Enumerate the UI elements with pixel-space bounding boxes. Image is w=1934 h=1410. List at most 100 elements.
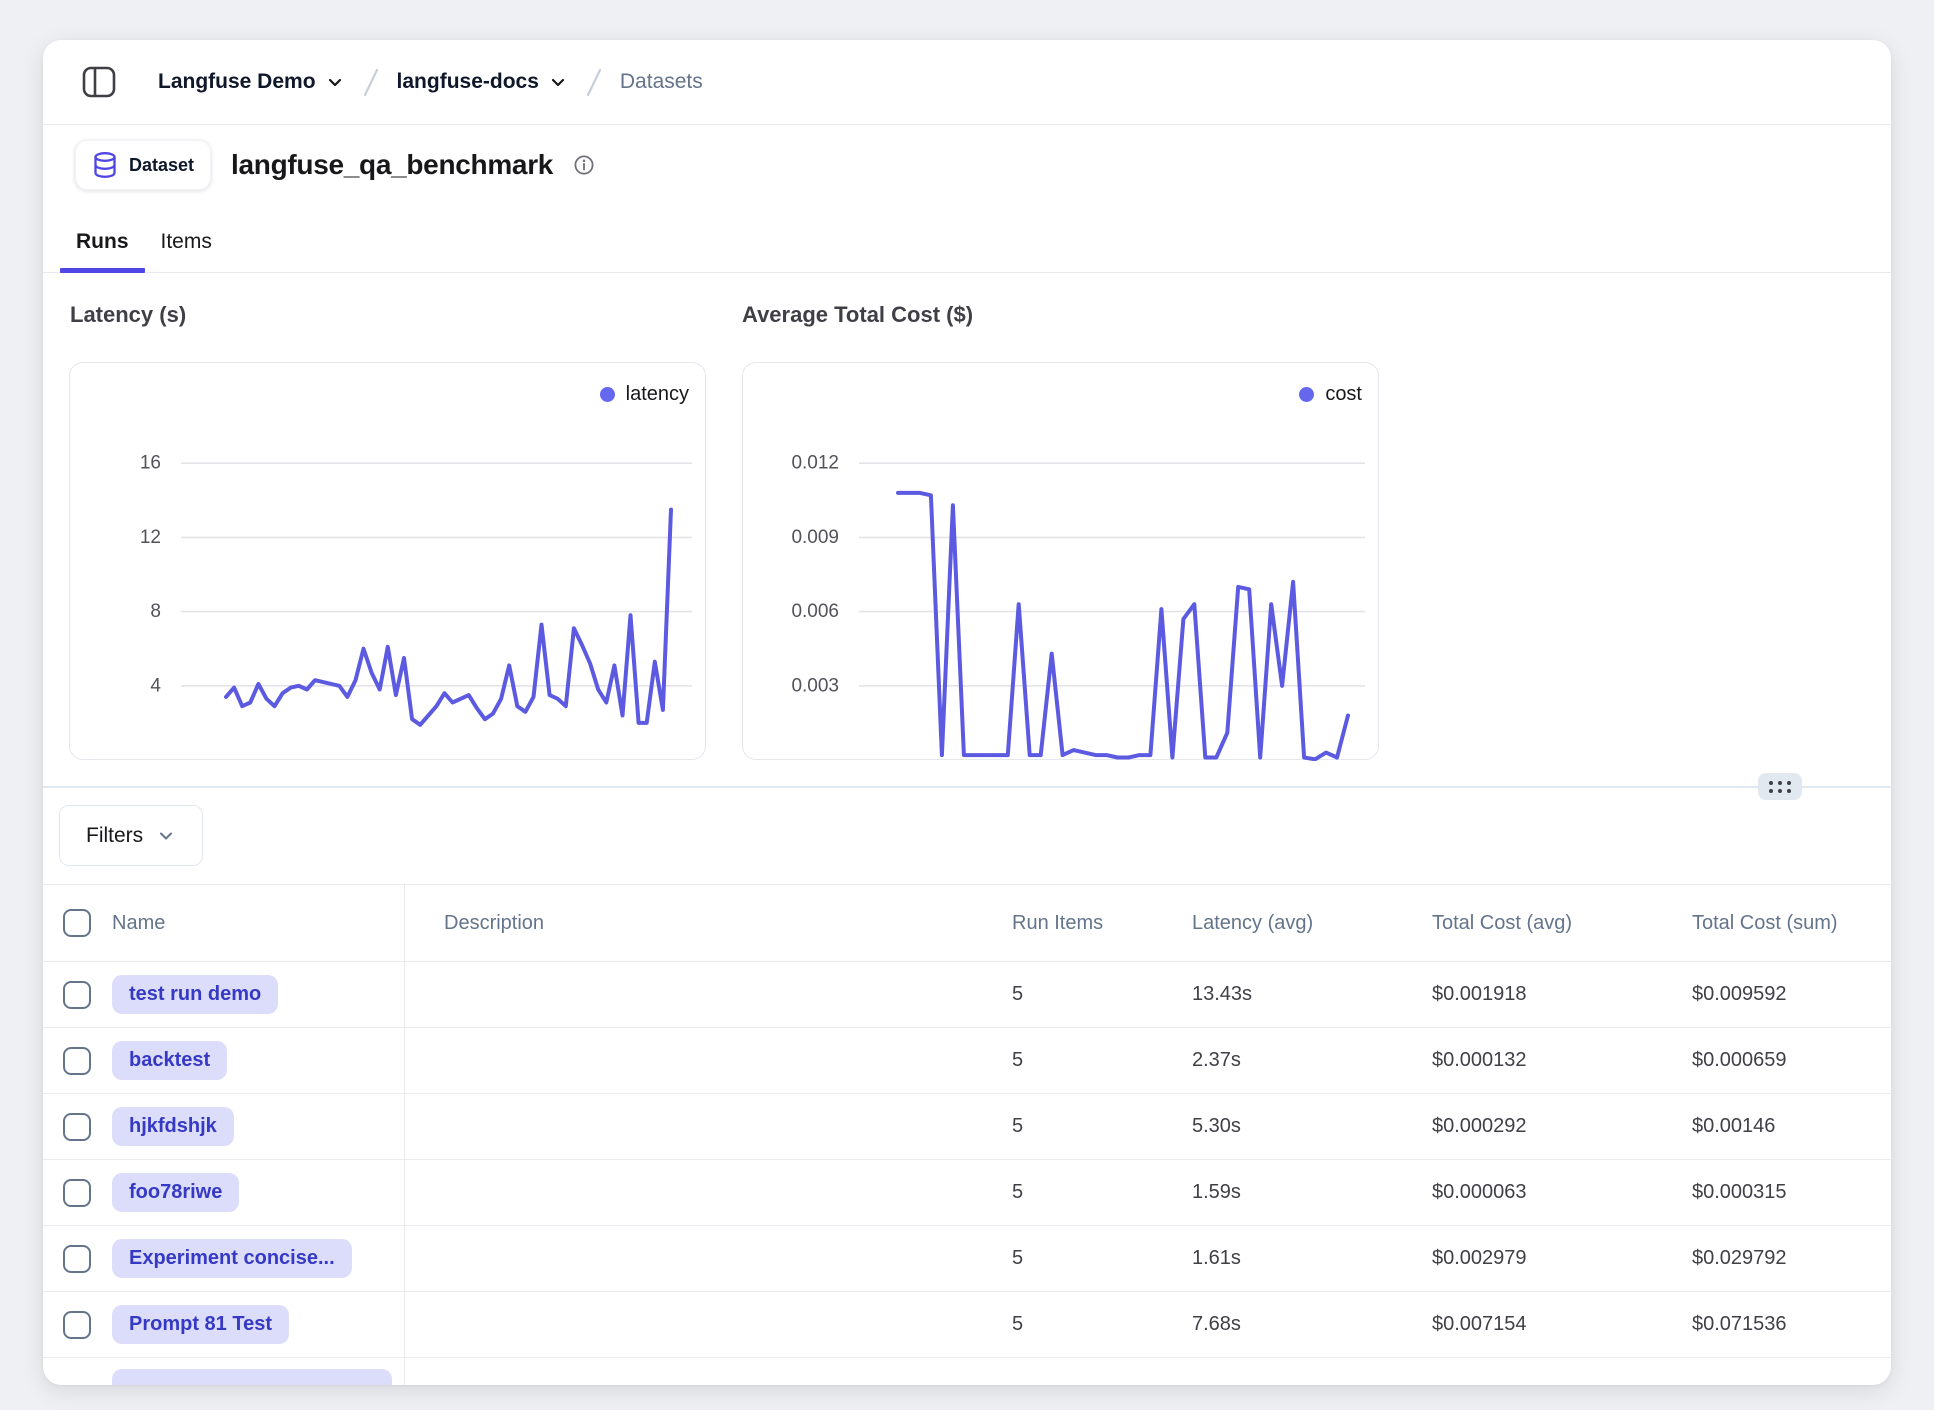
latency-avg-cell: 1.59s	[1192, 1181, 1432, 1204]
breadcrumb: Langfuse Demo langfuse-docs Datasets	[158, 65, 703, 99]
legend-label: latency	[626, 383, 689, 406]
select-all-checkbox[interactable]	[63, 909, 91, 937]
column-header-name: Name	[112, 912, 165, 935]
table-row: foo78riwe 5 1.59s $0.000063 $0.000315	[43, 1160, 1891, 1226]
table-row: Prompt 81 Test 5 7.68s $0.007154 $0.0715…	[43, 1292, 1891, 1358]
table-row: Experiment concise... 5 1.61s $0.002979 …	[43, 1226, 1891, 1292]
svg-text:0.006: 0.006	[791, 601, 839, 622]
latency-chart: latency 4 8 12 16	[69, 362, 706, 760]
latency-chart-title: Latency (s)	[70, 302, 186, 328]
run-name-badge[interactable]: Prompt 81 Test	[112, 1305, 289, 1344]
total-cost-avg-cell: $0.002979	[1432, 1247, 1692, 1270]
breadcrumb-org-selector[interactable]: Langfuse Demo	[158, 70, 345, 94]
latency-avg-cell: 5.30s	[1192, 1115, 1432, 1138]
row-checkbox[interactable]	[63, 1179, 91, 1207]
column-header-total-cost-sum: Total Cost (sum)	[1692, 912, 1891, 935]
latency-avg-cell: 13.43s	[1192, 983, 1432, 1006]
row-checkbox[interactable]	[63, 1047, 91, 1075]
latency-chart-legend: latency	[600, 383, 689, 406]
row-checkbox[interactable]	[63, 981, 91, 1009]
filters-button-label: Filters	[86, 824, 143, 848]
dataset-title-row: Dataset langfuse_qa_benchmark	[75, 140, 595, 190]
runs-table: Name Description Run Items Latency (avg)…	[43, 884, 1891, 1358]
partially-visible-run-badge	[112, 1369, 392, 1385]
table-header-row: Name Description Run Items Latency (avg)…	[43, 884, 1891, 962]
total-cost-avg-cell: $0.007154	[1432, 1313, 1692, 1336]
legend-dot-icon	[1299, 387, 1314, 402]
breadcrumb-slash-icon	[359, 65, 383, 99]
total-cost-avg-cell: $0.000292	[1432, 1115, 1692, 1138]
legend-label: cost	[1325, 383, 1362, 406]
svg-text:0.003: 0.003	[791, 675, 839, 696]
breadcrumb-slash-icon	[582, 65, 606, 99]
run-name-badge[interactable]: backtest	[112, 1041, 227, 1080]
info-icon[interactable]	[573, 154, 595, 176]
row-checkbox[interactable]	[63, 1113, 91, 1141]
svg-text:0.009: 0.009	[791, 527, 839, 548]
chevron-down-icon	[548, 72, 568, 92]
total-cost-avg-cell: $0.001918	[1432, 983, 1692, 1006]
table-row: backtest 5 2.37s $0.000132 $0.000659	[43, 1028, 1891, 1094]
panel-left-icon	[80, 63, 118, 101]
dataset-type-badge: Dataset	[75, 140, 211, 190]
row-checkbox[interactable]	[63, 1245, 91, 1273]
database-icon	[92, 151, 118, 179]
run-items-cell: 5	[1012, 983, 1192, 1006]
svg-text:12: 12	[140, 527, 161, 548]
cost-chart-title: Average Total Cost ($)	[742, 302, 973, 328]
main-card: Langfuse Demo langfuse-docs Datasets	[43, 40, 1891, 1385]
tab-bar: Runs Items	[43, 218, 1891, 273]
legend-dot-icon	[600, 387, 615, 402]
top-bar: Langfuse Demo langfuse-docs Datasets	[43, 40, 1891, 125]
panel-resize-grip[interactable]	[1758, 773, 1802, 800]
run-items-cell: 5	[1012, 1247, 1192, 1270]
breadcrumb-org-label: Langfuse Demo	[158, 70, 316, 94]
table-row: test run demo 5 13.43s $0.001918 $0.0095…	[43, 962, 1891, 1028]
total-cost-sum-cell: $0.000659	[1692, 1049, 1891, 1072]
table-row: hjkfdshjk 5 5.30s $0.000292 $0.00146	[43, 1094, 1891, 1160]
column-header-run-items: Run Items	[1012, 912, 1192, 935]
filters-button[interactable]: Filters	[59, 805, 203, 866]
run-items-cell: 5	[1012, 1313, 1192, 1336]
total-cost-sum-cell: $0.071536	[1692, 1313, 1891, 1336]
tab-items[interactable]: Items	[145, 230, 228, 272]
grip-dots-icon	[1769, 781, 1791, 793]
tab-runs[interactable]: Runs	[60, 230, 145, 272]
total-cost-avg-cell: $0.000063	[1432, 1181, 1692, 1204]
total-cost-sum-cell: $0.029792	[1692, 1247, 1891, 1270]
panel-divider	[43, 786, 1891, 788]
cost-line-chart: 0.003 0.006 0.009 0.012	[743, 363, 1380, 761]
chevron-down-icon	[325, 72, 345, 92]
total-cost-sum-cell: $0.009592	[1692, 983, 1891, 1006]
sidebar-toggle-button[interactable]	[80, 63, 118, 101]
column-header-latency-avg: Latency (avg)	[1192, 912, 1432, 935]
run-name-badge[interactable]: foo78riwe	[112, 1173, 239, 1212]
total-cost-sum-cell: $0.000315	[1692, 1181, 1891, 1204]
breadcrumb-datasets[interactable]: Datasets	[620, 70, 703, 94]
column-divider	[404, 884, 405, 1385]
column-header-total-cost-avg: Total Cost (avg)	[1432, 912, 1692, 935]
svg-text:0.012: 0.012	[791, 453, 839, 474]
latency-avg-cell: 1.61s	[1192, 1247, 1432, 1270]
run-items-cell: 5	[1012, 1049, 1192, 1072]
run-name-badge[interactable]: hjkfdshjk	[112, 1107, 234, 1146]
column-header-description: Description	[404, 912, 1012, 935]
page-title: langfuse_qa_benchmark	[231, 149, 553, 181]
run-items-cell: 5	[1012, 1115, 1192, 1138]
row-checkbox[interactable]	[63, 1311, 91, 1339]
run-name-badge[interactable]: test run demo	[112, 975, 278, 1014]
run-name-badge[interactable]: Experiment concise...	[112, 1239, 352, 1278]
breadcrumb-project-selector[interactable]: langfuse-docs	[397, 70, 568, 94]
total-cost-sum-cell: $0.00146	[1692, 1115, 1891, 1138]
chevron-down-icon	[156, 826, 176, 846]
svg-text:16: 16	[140, 453, 161, 474]
dataset-badge-label: Dataset	[129, 155, 194, 176]
latency-avg-cell: 2.37s	[1192, 1049, 1432, 1072]
svg-text:4: 4	[150, 675, 161, 696]
svg-text:8: 8	[150, 601, 161, 622]
total-cost-avg-cell: $0.000132	[1432, 1049, 1692, 1072]
cost-chart-legend: cost	[1299, 383, 1362, 406]
latency-avg-cell: 7.68s	[1192, 1313, 1432, 1336]
breadcrumb-project-label: langfuse-docs	[397, 70, 539, 94]
latency-line-chart: 4 8 12 16	[70, 363, 707, 761]
